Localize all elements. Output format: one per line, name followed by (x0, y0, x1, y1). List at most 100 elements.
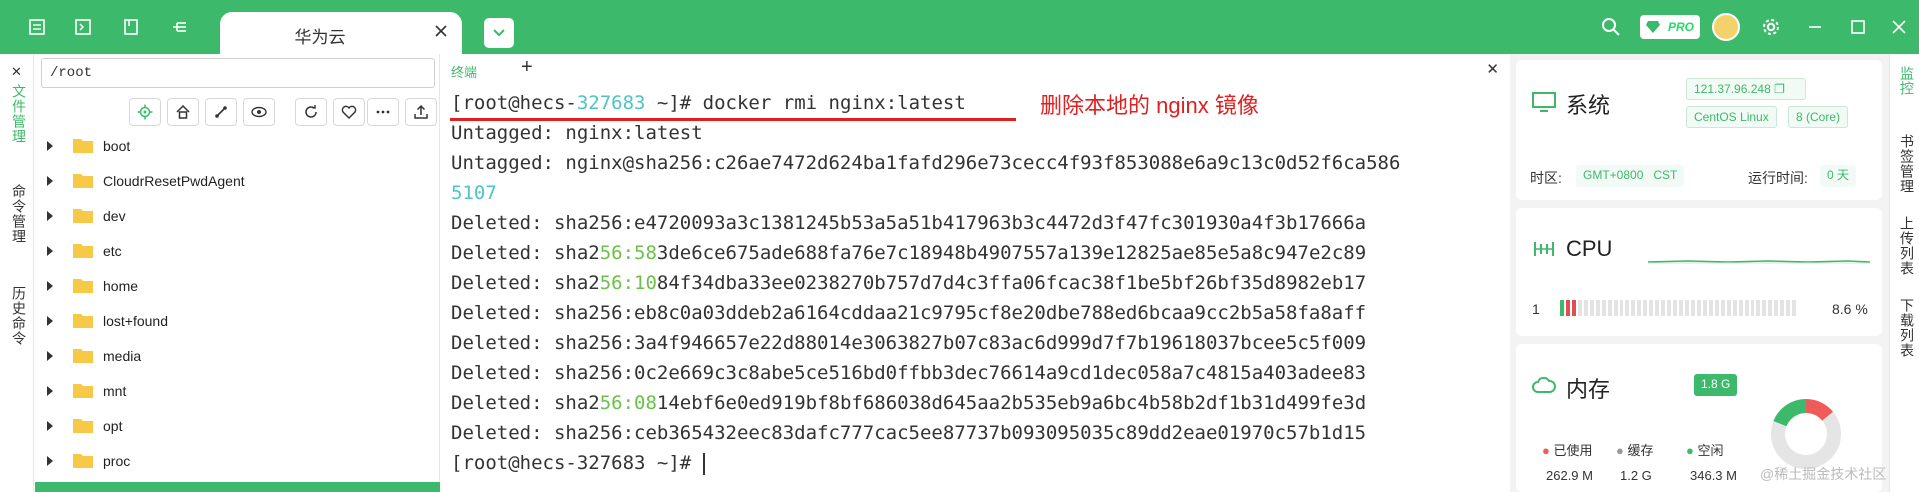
file-panel: /root boot CloudrResetPwdAgent dev etc h… (35, 54, 440, 492)
rail-bookmarks[interactable]: 书签管理 (1897, 134, 1917, 194)
ip-chip[interactable]: 121.37.96.248 ❐ (1686, 78, 1806, 100)
maximize-icon[interactable] (1843, 12, 1873, 42)
cpu-bar-segment (1661, 300, 1666, 316)
more-button[interactable] (367, 98, 399, 126)
gear-icon[interactable] (1756, 12, 1786, 42)
folder-row[interactable]: boot (35, 129, 440, 164)
os-chip: CentOS Linux (1686, 106, 1777, 128)
cpu-bar-segment (1792, 300, 1797, 316)
rail-command-manager[interactable]: 命令管理 (9, 184, 29, 244)
tree-icon[interactable] (164, 12, 194, 42)
close-icon[interactable] (434, 24, 448, 43)
free-legend: ● 空闲 (1686, 440, 1724, 459)
tab-terminal[interactable]: 终端 (451, 62, 477, 81)
folder-row[interactable]: etc (35, 234, 440, 269)
cpu-bar-segment (1571, 300, 1576, 316)
refresh-button[interactable] (295, 98, 327, 126)
cpu-bar-segment (1583, 300, 1588, 316)
folder-icon (73, 209, 93, 223)
line-part: Deleted: sha2 (451, 392, 600, 414)
folder-icon (73, 174, 93, 188)
terminal-line: Deleted: sha256:ceb365432eec83dafc777cac… (451, 422, 1367, 444)
list-icon[interactable] (22, 12, 52, 42)
upload-button[interactable] (405, 98, 437, 126)
cpu-bar-segment (1726, 300, 1731, 316)
folder-icon (73, 139, 93, 153)
copy-icon[interactable]: ❐ (1774, 82, 1785, 96)
cloud-icon (1532, 376, 1556, 393)
cpu-bar-segment (1762, 300, 1767, 316)
search-icon[interactable] (1596, 12, 1626, 42)
locate-button[interactable] (129, 98, 161, 126)
line-part: 84f34dba33ee0238270b757d7d4c3ffa06fcac38… (656, 272, 1367, 294)
folder-name: CloudrResetPwdAgent (103, 173, 245, 189)
cpu-bar-segment (1696, 300, 1701, 316)
link-button[interactable] (205, 98, 237, 126)
home-button[interactable] (167, 98, 199, 126)
folder-icon (73, 419, 93, 433)
expand-caret-icon[interactable] (47, 211, 53, 221)
folder-icon (73, 454, 93, 468)
cpu-bar-segment (1595, 300, 1600, 316)
free-label: 空闲 (1697, 443, 1724, 458)
cpu-title: CPU (1566, 236, 1613, 261)
folder-name: lost+found (103, 313, 168, 329)
close-icon[interactable]: ✕ (11, 64, 22, 80)
line-part: 14ebf6e0ed919bf8bf686038d645aa2b535eb9a6… (656, 392, 1367, 414)
expand-caret-icon[interactable] (47, 281, 53, 291)
cpu-bar-segment (1560, 300, 1564, 316)
cpu-bar-segment (1613, 300, 1618, 316)
expand-caret-icon[interactable] (47, 316, 53, 326)
folder-row[interactable]: mnt (35, 374, 440, 409)
folder-row[interactable]: dev (35, 199, 440, 234)
expand-caret-icon[interactable] (47, 176, 53, 186)
window-close-icon[interactable] (1884, 12, 1914, 42)
cpu-bar-segment (1774, 300, 1779, 316)
tab-dropdown-button[interactable] (484, 18, 514, 48)
rail-monitor[interactable]: 监控 (1897, 66, 1917, 96)
add-tab-icon[interactable]: + (521, 56, 533, 79)
expand-caret-icon[interactable] (47, 456, 53, 466)
terminal-icon[interactable] (68, 12, 98, 42)
document-icon[interactable] (116, 12, 146, 42)
expand-caret-icon[interactable] (47, 351, 53, 361)
more-icon (376, 110, 390, 114)
cpu-bar-segment (1720, 300, 1725, 316)
folder-row[interactable]: home (35, 269, 440, 304)
rail-upload[interactable]: 上传列表 (1897, 216, 1917, 276)
top-bar: 华为云 PRO (0, 0, 1919, 56)
memory-total: 1.8 G (1694, 374, 1738, 396)
avatar[interactable] (1712, 13, 1740, 41)
cpu-sparkline (1648, 260, 1870, 264)
folder-row[interactable]: proc (35, 444, 440, 479)
folder-row[interactable]: CloudrResetPwdAgent (35, 164, 440, 199)
favorite-button[interactable] (333, 98, 365, 126)
cpu-bar-segment (1637, 300, 1642, 316)
rail-history[interactable]: 历史命令 (9, 286, 29, 346)
folder-row[interactable]: media (35, 339, 440, 374)
expand-caret-icon[interactable] (47, 386, 53, 396)
tab-huaweicloud[interactable]: 华为云 (220, 12, 462, 56)
line-part: 3de6ce675ade688fa76e7c18948b4907557a139e… (656, 242, 1367, 264)
selected-folder-row[interactable] (35, 482, 440, 492)
folder-name: proc (103, 453, 131, 469)
folder-row[interactable]: opt (35, 409, 440, 444)
terminal-line: Deleted: sha256:1084f34dba33ee0238270b75… (451, 272, 1366, 294)
rail-file-manager[interactable]: 文件管理 (9, 84, 29, 144)
path-input[interactable]: /root (41, 58, 435, 88)
cpu-bar-segment (1607, 300, 1612, 316)
locate-icon (137, 104, 153, 120)
folder-row[interactable]: lost+found (35, 304, 440, 339)
line-part: 56:58 (599, 242, 657, 264)
rail-download[interactable]: 下载列表 (1897, 298, 1917, 358)
folder-name: mnt (103, 383, 127, 399)
folder-name: etc (103, 243, 122, 259)
expand-caret-icon[interactable] (47, 141, 53, 151)
expand-caret-icon[interactable] (47, 421, 53, 431)
close-icon[interactable]: ✕ (1486, 60, 1499, 78)
minimize-icon[interactable] (1800, 12, 1830, 42)
terminal-prompt[interactable]: [root@hecs-327683 ~]# (451, 452, 705, 475)
pro-badge[interactable]: PRO (1640, 15, 1700, 39)
expand-caret-icon[interactable] (47, 246, 53, 256)
show-hidden-button[interactable] (243, 98, 275, 126)
